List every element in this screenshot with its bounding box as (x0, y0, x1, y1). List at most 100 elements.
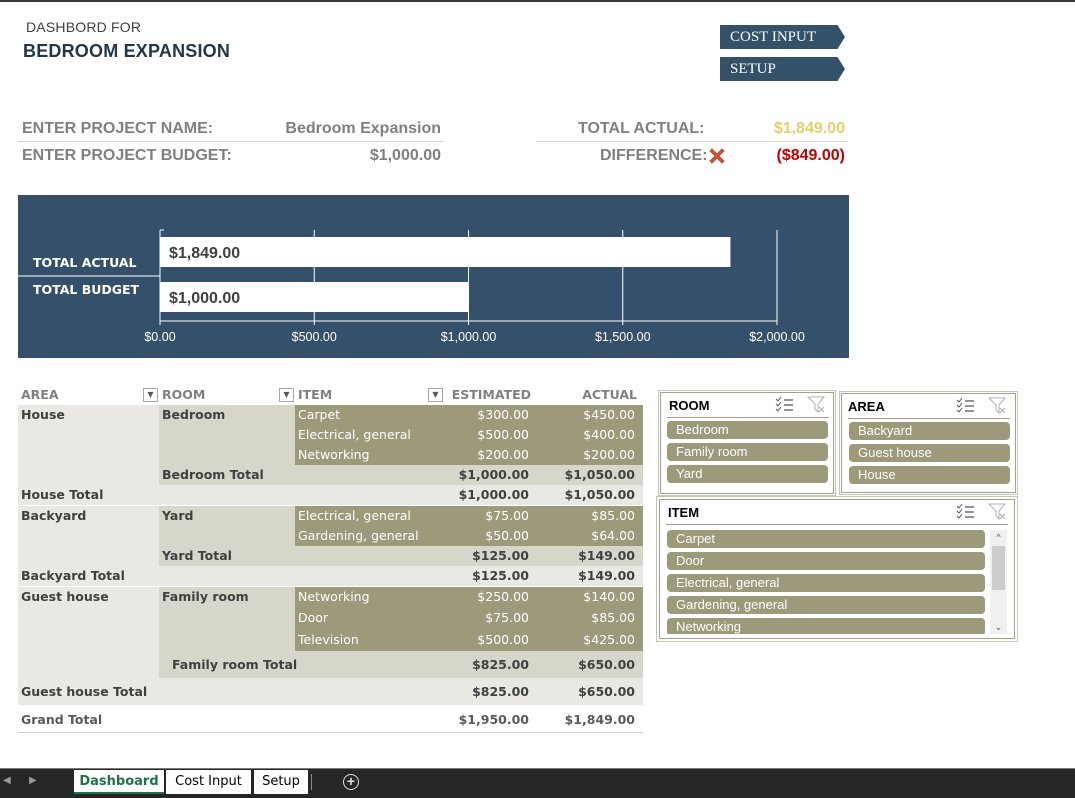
room-slicer: ROOM Bedroom Family room Yard (660, 392, 834, 494)
category-label: TOTAL BUDGET (33, 282, 140, 297)
item-slicer-item[interactable]: Networking (667, 618, 985, 634)
setup-button[interactable]: SETUP (720, 57, 845, 81)
tab-setup[interactable]: Setup (254, 770, 308, 794)
scroll-up-icon[interactable]: ^ (990, 530, 1007, 544)
dashboard-subtitle: DASHBORD FOR (26, 19, 142, 35)
area-slicer-item[interactable]: Backyard (849, 422, 1010, 440)
actual-value: $64.00 (591, 528, 635, 543)
difference-label: DIFFERENCE: (600, 147, 708, 164)
scroll-tabs-right-icon[interactable]: ▶ (29, 775, 37, 786)
area-cell-bg (18, 526, 159, 546)
actual-total: $1,050.00 (564, 467, 635, 482)
area-slicer-title: AREA (848, 399, 885, 414)
slicer-divider (667, 417, 829, 418)
divider (18, 141, 444, 142)
area-label[interactable]: Backyard (21, 506, 86, 526)
room-cell-bg (159, 425, 295, 445)
actual-total: $149.00 (578, 568, 635, 583)
multi-select-icon[interactable] (956, 397, 976, 420)
item-slicer-scrollbar[interactable]: ^ ⌄ (990, 530, 1007, 634)
tab-cost-input[interactable]: Cost Input (166, 770, 251, 794)
grand-total-label: Grand Total (21, 712, 103, 727)
item-label[interactable]: Carpet (298, 405, 340, 425)
room-cell-bg (159, 445, 295, 465)
grand-total-estimated: $1,950.00 (458, 712, 529, 727)
actual-total: $650.00 (578, 684, 635, 699)
area-total-row: Backyard Total $125.00 $149.00 (18, 566, 643, 586)
header-room: ROOM (162, 387, 206, 402)
item-label[interactable]: Electrical, general (298, 425, 411, 445)
item-slicer-item[interactable]: Carpet (667, 530, 985, 548)
area-slicer-item[interactable]: Guest house (849, 444, 1010, 462)
total-actual-value: $1,849.00 (773, 120, 845, 137)
room-slicer-item[interactable]: Family room (667, 443, 828, 461)
estimated-value: $75.00 (485, 610, 529, 625)
room-cell-bg (159, 629, 295, 651)
actual-total: $149.00 (578, 548, 635, 563)
tab-divider (311, 774, 312, 790)
estimated-total: $1,000.00 (458, 487, 529, 502)
estimated-total: $825.00 (472, 684, 529, 699)
scroll-down-icon[interactable]: ⌄ (990, 620, 1007, 634)
area-cell-bg (18, 546, 159, 566)
item-label[interactable]: Gardening, general (298, 526, 419, 546)
room-total-row: Yard Total $125.00 $149.00 (18, 546, 643, 566)
slicer-divider (848, 418, 1010, 419)
project-name-value[interactable]: Bedroom Expansion (240, 120, 441, 138)
room-cell-bg (159, 607, 295, 629)
room-total-label: Yard Total (162, 548, 232, 563)
bar-data-label: $1,849.00 (169, 245, 240, 262)
item-label[interactable]: Television (298, 629, 359, 651)
multi-select-icon[interactable] (775, 396, 795, 419)
item-slicer-item[interactable]: Gardening, general (667, 596, 985, 614)
project-budget-value[interactable]: $1,000.00 (240, 147, 441, 165)
area-filter-dropdown[interactable]: ▼ (143, 388, 158, 402)
item-label[interactable]: Networking (298, 587, 370, 607)
table-row: Door $75.00 $85.00 (18, 607, 643, 629)
area-total-label: Guest house Total (21, 684, 148, 699)
budget-vs-actual-chart: $1,849.00 $1,000.00 TOTAL ACTUAL TOTAL BUDG… (18, 195, 849, 358)
clear-filter-icon[interactable] (987, 397, 1008, 420)
bar-total-actual (160, 237, 731, 267)
estimated-value: $200.00 (477, 447, 529, 462)
scrollbar-thumb[interactable] (992, 546, 1005, 590)
area-label[interactable]: Guest house (21, 587, 109, 607)
actual-value: $200.00 (583, 447, 635, 462)
header-item: ITEM (298, 387, 333, 402)
item-label[interactable]: Networking (298, 445, 370, 465)
estimated-value: $300.00 (477, 407, 529, 422)
item-label[interactable]: Door (298, 607, 328, 629)
room-label[interactable]: Bedroom (162, 405, 225, 425)
scroll-tabs-left-icon[interactable]: ◀ (3, 775, 11, 786)
room-filter-dropdown[interactable]: ▼ (279, 388, 294, 402)
sheet-tab-bar: ◀ ▶ Dashboard Cost Input Setup + (0, 768, 1075, 798)
area-slicer-item[interactable]: House (849, 466, 1010, 484)
area-slicer: AREA Backyard Guest house House (841, 393, 1016, 493)
difference-value: ($849.00) (776, 147, 846, 164)
area-cell-bg (18, 651, 159, 678)
area-total-row: House Total $1,000.00 $1,050.00 (18, 485, 643, 505)
item-slicer-item[interactable]: Door (667, 552, 985, 570)
chart-canvas: $1,849.00 $1,000.00 TOTAL ACTUAL TOTAL BUDG… (18, 229, 805, 344)
category-label: TOTAL ACTUAL (33, 255, 137, 270)
room-slicer-item[interactable]: Yard (667, 465, 828, 483)
room-total-row: Family room Total $825.00 $650.00 (18, 651, 643, 678)
actual-value: $85.00 (591, 508, 635, 523)
cost-input-button[interactable]: COST INPUT (720, 25, 845, 49)
area-cell-bg (18, 425, 159, 445)
tab-dashboard[interactable]: Dashboard (74, 770, 164, 794)
plus-circle-icon[interactable]: + (343, 774, 359, 790)
grand-total-row: Grand Total $1,950.00 $1,849.00 (18, 706, 643, 733)
room-label[interactable]: Yard (162, 506, 193, 526)
room-total-label: Bedroom Total (162, 467, 264, 482)
table-row: Networking $200.00 $200.00 (18, 445, 643, 465)
item-slicer-item[interactable]: Electrical, general (667, 574, 985, 592)
actual-value: $450.00 (583, 407, 635, 422)
x-tick-label: $1,000.00 (441, 330, 497, 344)
actual-total: $650.00 (578, 657, 635, 672)
item-label[interactable]: Electrical, general (298, 506, 411, 526)
room-slicer-item[interactable]: Bedroom (667, 421, 828, 439)
room-label[interactable]: Family room (162, 587, 249, 607)
area-label[interactable]: House (21, 405, 65, 425)
clear-filter-icon[interactable] (806, 396, 827, 419)
